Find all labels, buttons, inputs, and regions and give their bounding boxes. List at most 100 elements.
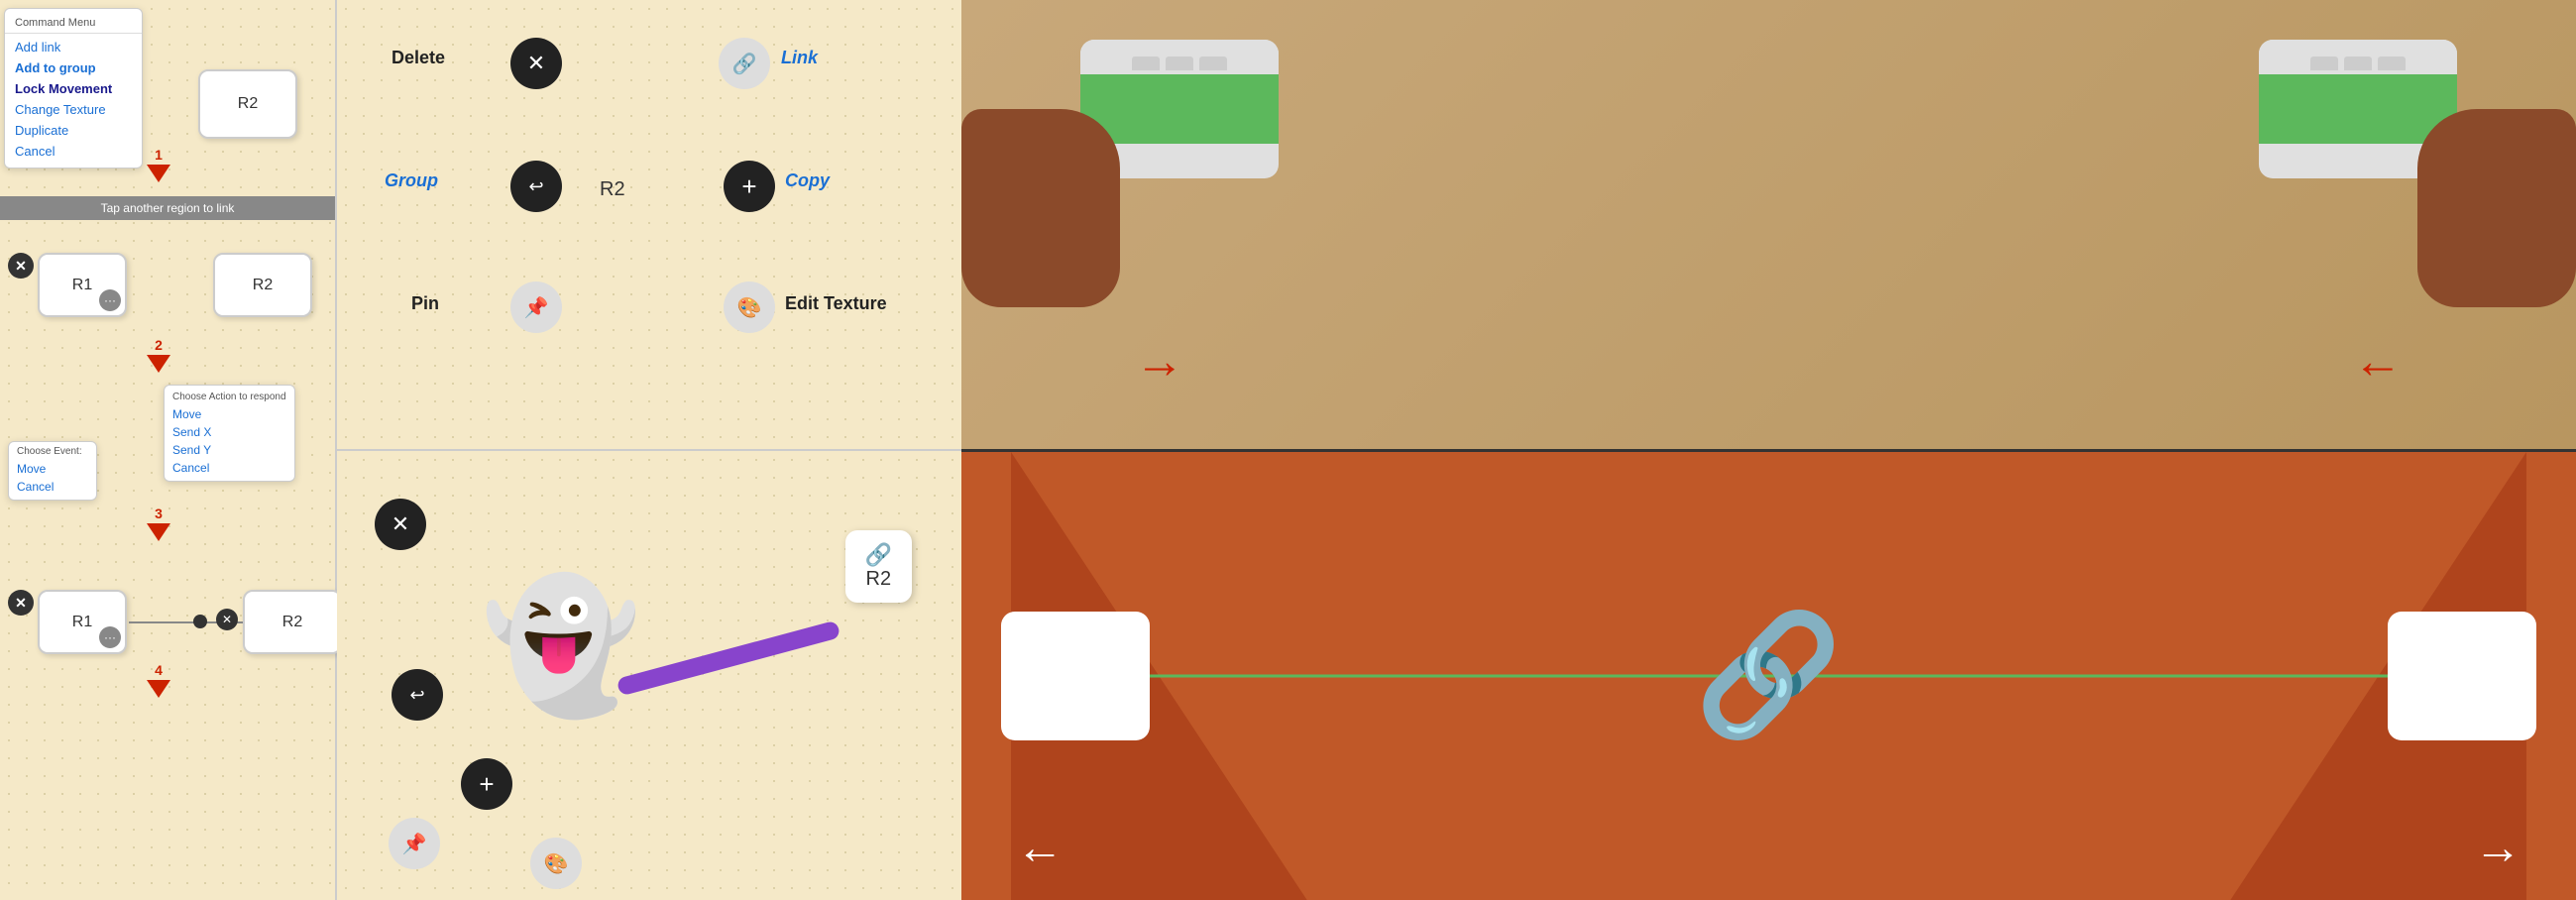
cmd-duplicate[interactable]: Duplicate	[5, 120, 142, 141]
close-icon: ✕	[15, 258, 27, 275]
middle-panels: Delete ✕ 🔗 Link Group ↩ R2 + Copy Pin 📌	[337, 0, 961, 900]
finger-left	[961, 109, 1120, 307]
r2-badge-ghost: 🔗 R2	[845, 530, 912, 603]
step-num-2: 2	[155, 337, 163, 353]
ctx-copy-ghost-icon: +	[479, 769, 494, 800]
step-num-1: 1	[155, 147, 163, 163]
region-r1-bot-label: R1	[72, 614, 92, 631]
step-num-3: 3	[155, 506, 163, 521]
ctx-copy-label: Copy	[785, 170, 830, 191]
ghost-emoji: 👻	[481, 570, 641, 722]
cmd-add-link[interactable]: Add link	[5, 37, 142, 57]
finger-right	[2417, 109, 2576, 307]
step-num-4: 4	[155, 662, 163, 678]
close-btn-r1-bot[interactable]: ✕	[8, 590, 34, 616]
ctx-group-btn[interactable]: ↩	[510, 161, 562, 212]
ctx-copy-btn[interactable]: +	[724, 161, 775, 212]
ctx-group-ghost-icon: ↩	[409, 685, 424, 706]
ctx-link-icon: 🔗	[732, 52, 757, 76]
right-panels: → ← 🔗 ← →	[961, 0, 2576, 900]
ctx-delete-icon: ✕	[527, 51, 545, 76]
ctx-pin-label: Pin	[411, 293, 439, 314]
stud-r-2	[2344, 56, 2372, 70]
cmd-cancel[interactable]: Cancel	[5, 141, 142, 162]
dots-btn-r1[interactable]: ···	[99, 289, 121, 311]
stud-2	[1166, 56, 1193, 70]
ctx-pin-ghost-icon: 📌	[402, 832, 427, 856]
step-arrow-4: 4	[147, 662, 170, 698]
red-arrow-left: ←	[2353, 332, 2403, 390]
white-arrow-left: ←	[1016, 821, 1064, 875]
ctx-center-r2: R2	[600, 178, 625, 201]
chain-link-icon: 🔗	[1695, 607, 1843, 745]
event-move[interactable]: Move	[17, 460, 88, 478]
middle-bottom-panel: ✕ ↩ + 📌 🎨 👻 🔗 R2	[337, 451, 961, 900]
ctx-link-btn[interactable]: 🔗	[719, 38, 770, 89]
step-arrow-3: 3	[147, 506, 170, 541]
ctx-close-ghost-icon: ✕	[392, 511, 409, 537]
region-r2-bot[interactable]: R2	[243, 590, 342, 654]
command-menu-title: Command Menu	[5, 15, 142, 34]
stud-r-1	[2310, 56, 2338, 70]
command-menu: Command Menu Add link Add to group Lock …	[4, 8, 143, 169]
cmd-lock-movement[interactable]: Lock Movement	[5, 78, 142, 99]
ctx-close-ghost[interactable]: ✕	[375, 499, 426, 550]
ctx-pin-ghost[interactable]: 📌	[389, 818, 440, 869]
link-x-btn[interactable]: ✕	[216, 609, 238, 630]
ctx-palette-btn[interactable]: 🎨	[724, 281, 775, 333]
right-top-panel: → ←	[961, 0, 2576, 452]
arrow-triangle-2	[147, 355, 170, 373]
stud-3	[1199, 56, 1227, 70]
action-move[interactable]: Move	[165, 405, 294, 423]
event-cancel[interactable]: Cancel	[17, 478, 88, 496]
ctx-group-ghost[interactable]: ↩	[392, 669, 443, 721]
region-r1-mid[interactable]: R1 ···	[38, 253, 127, 317]
middle-top-panel: Delete ✕ 🔗 Link Group ↩ R2 + Copy Pin 📌	[337, 0, 961, 451]
ctx-palette-ghost[interactable]: 🎨	[530, 838, 582, 889]
studs-right	[2259, 40, 2457, 74]
ctx-edit-texture-label: Edit Texture	[785, 293, 887, 314]
ctx-group-icon: ↩	[528, 176, 543, 197]
dots-icon-bot: ···	[104, 630, 116, 644]
choose-action-title: Choose Action to respond	[165, 390, 294, 405]
dots-btn-r1-bot[interactable]: ···	[99, 626, 121, 648]
close-btn-r1-mid[interactable]: ✕	[8, 253, 34, 279]
green-stripe-1	[1080, 74, 1279, 109]
action-send-y[interactable]: Send Y	[165, 441, 294, 459]
link-x-icon: ✕	[222, 613, 232, 626]
arrow-triangle-3	[147, 523, 170, 541]
ctx-pin-icon: 📌	[524, 295, 549, 320]
region-r1-mid-label: R1	[72, 277, 92, 294]
region-r2-bot-label: R2	[282, 614, 302, 631]
region-r2-mid-label: R2	[253, 277, 273, 294]
white-arrow-right: →	[2474, 821, 2521, 875]
green-stripe-r-1	[2259, 74, 2457, 109]
region-r2-mid[interactable]: R2	[213, 253, 312, 317]
cmd-change-texture[interactable]: Change Texture	[5, 99, 142, 120]
ctx-copy-ghost[interactable]: +	[461, 758, 512, 810]
ctx-group-label: Group	[385, 170, 438, 191]
right-bottom-panel: 🔗 ← →	[961, 452, 2576, 900]
ctx-link-label: Link	[781, 48, 818, 68]
stud-r-3	[2378, 56, 2406, 70]
region-r2-top[interactable]: R2	[198, 69, 297, 139]
ctx-delete-btn[interactable]: ✕	[510, 38, 562, 89]
r2-badge-link-icon: 🔗	[865, 542, 892, 568]
arrow-triangle-4	[147, 680, 170, 698]
close-icon-bot: ✕	[15, 595, 27, 612]
step-arrow-2: 2	[147, 337, 170, 373]
purple-link-line	[616, 620, 841, 697]
region-r1-bot[interactable]: R1 ···	[38, 590, 127, 654]
white-block-right	[2388, 612, 2536, 740]
red-arrow-right: →	[1135, 332, 1184, 390]
step-arrow-1: 1	[147, 147, 170, 182]
dots-icon: ···	[104, 293, 116, 307]
left-panel: Command Menu Add link Add to group Lock …	[0, 0, 337, 900]
action-send-x[interactable]: Send X	[165, 423, 294, 441]
choose-event-box: Choose Event: Move Cancel	[8, 441, 97, 501]
ctx-pin-btn[interactable]: 📌	[510, 281, 562, 333]
action-cancel[interactable]: Cancel	[165, 459, 294, 477]
choose-event-title: Choose Event:	[17, 446, 88, 460]
link-dot-bot	[193, 615, 207, 628]
cmd-add-to-group[interactable]: Add to group	[5, 57, 142, 78]
